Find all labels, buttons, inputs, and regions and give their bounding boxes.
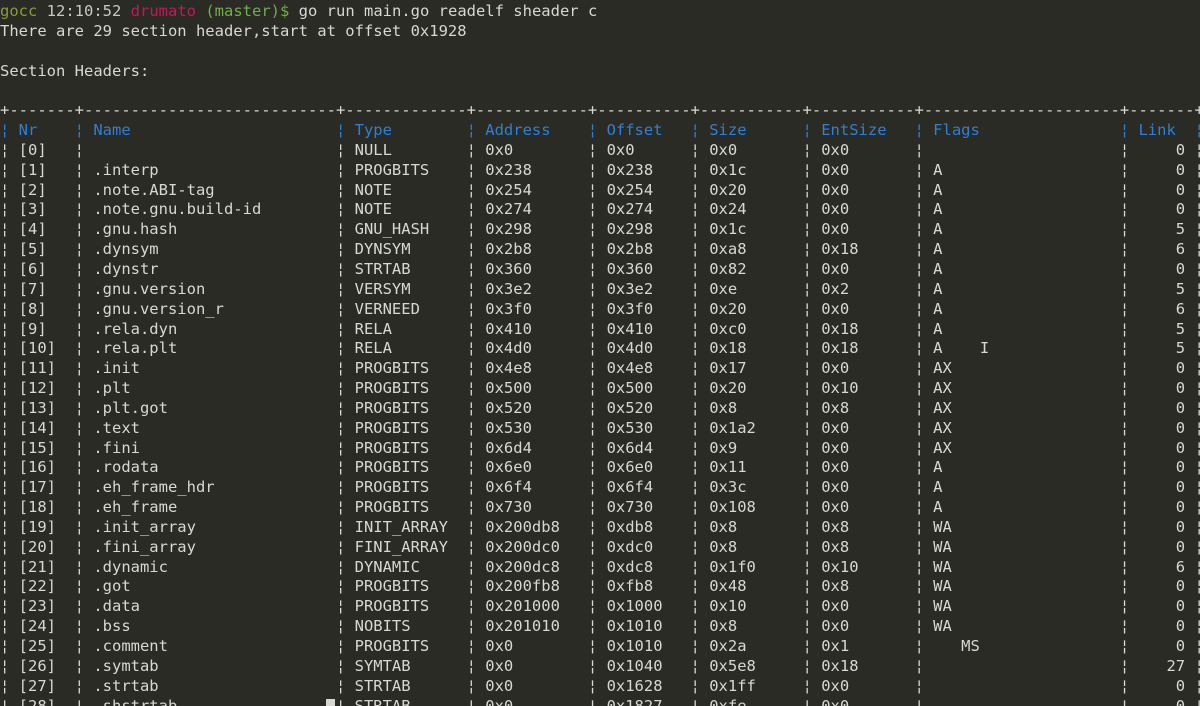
prompt-command: go run main.go readelf sheader c [289,2,598,20]
prompt-time: 12:10:52 [46,2,122,20]
table-row: ¦ [23] ¦ .data ¦ PROGBITS ¦ 0x201000 ¦ 0… [0,597,1200,616]
table-row: ¦ [25] ¦ .comment ¦ PROGBITS ¦ 0x0 ¦ 0x1… [0,637,1200,655]
prompt-branch: (master)$ [205,2,290,20]
table-row: ¦ [17] ¦ .eh_frame_hdr ¦ PROGBITS ¦ 0x6f… [0,478,1200,497]
table-row: ¦ [7] ¦ .gnu.version ¦ VERSYM ¦ 0x3e2 ¦ … [0,279,1200,298]
table-row: ¦ [4] ¦ .gnu.hash ¦ GNU_HASH ¦ 0x298 ¦ 0… [0,220,1200,239]
table-body: ¦ [0] ¦ ¦ NULL ¦ 0x0 ¦ 0x0 ¦ 0x0 ¦ 0x0 ¦… [0,141,1200,706]
prompt-time-sep [37,2,46,20]
table-row: ¦ [1] ¦ .interp ¦ PROGBITS ¦ 0x238 ¦ 0x2… [0,160,1200,179]
table-row: ¦ [15] ¦ .fini ¦ PROGBITS ¦ 0x6d4 ¦ 0x6d… [0,438,1200,457]
table-row: ¦ [16] ¦ .rodata ¦ PROGBITS ¦ 0x6e0 ¦ 0x… [0,458,1200,477]
table-row: ¦ [10] ¦ .rela.plt ¦ RELA ¦ 0x4d0 ¦ 0x4d… [0,339,1200,358]
table-row: ¦ [27] ¦ .strtab ¦ STRTAB ¦ 0x0 ¦ 0x1628… [0,676,1200,695]
table-row: ¦ [24] ¦ .bss ¦ NOBITS ¦ 0x201010 ¦ 0x10… [0,617,1200,636]
text-cursor [326,699,335,706]
prompt-gap2 [196,2,205,20]
table-header-row: ¦ Nr ¦ Name ¦ Type ¦ Address ¦ Offset ¦ … [0,121,1200,140]
table-row: ¦ [14] ¦ .text ¦ PROGBITS ¦ 0x530 ¦ 0x53… [0,418,1200,437]
prompt-host: gocc [0,2,38,20]
section-title: Section Headers: [0,61,150,80]
prompt-gap1 [121,2,130,20]
table-rule-top: +-------+---------------------------+---… [0,101,1200,120]
table-row: ¦ [12] ¦ .plt ¦ PROGBITS ¦ 0x500 ¦ 0x500… [0,379,1200,398]
table-row: ¦ [18] ¦ .eh_frame ¦ PROGBITS ¦ 0x730 ¦ … [0,498,1200,517]
table-row: ¦ [26] ¦ .symtab ¦ SYMTAB ¦ 0x0 ¦ 0x1040… [0,656,1200,675]
table-row: ¦ [2] ¦ .note.ABI-tag ¦ NOTE ¦ 0x254 ¦ 0… [0,180,1200,199]
table-row: ¦ [3] ¦ .note.gnu.build-id ¦ NOTE ¦ 0x27… [0,200,1200,219]
table-row: ¦ [5] ¦ .dynsym ¦ DYNSYM ¦ 0x2b8 ¦ 0x2b8… [0,240,1200,259]
terminal-window[interactable]: gocc 12:10:52 drumato (master)$ go run m… [0,0,1200,706]
table-row: ¦ [21] ¦ .dynamic ¦ DYNAMIC ¦ 0x200dc8 ¦… [0,557,1200,576]
table-row: ¦ [19] ¦ .init_array ¦ INIT_ARRAY ¦ 0x20… [0,517,1200,536]
table-row: ¦ [9] ¦ .rela.dyn ¦ RELA ¦ 0x410 ¦ 0x410… [0,319,1200,338]
table-row: ¦ [0] ¦ ¦ NULL ¦ 0x0 ¦ 0x0 ¦ 0x0 ¦ 0x0 ¦… [0,140,1200,159]
table-row: ¦ [8] ¦ .gnu.version_r ¦ VERNEED ¦ 0x3f0… [0,299,1200,318]
table-row: ¦ [22] ¦ .got ¦ PROGBITS ¦ 0x200fb8 ¦ 0x… [0,577,1200,596]
table-row: ¦ [6] ¦ .dynstr ¦ STRTAB ¦ 0x360 ¦ 0x360… [0,259,1200,278]
prompt-user: drumato [130,2,196,20]
table-row: ¦ [28] ¦ .shstrtab ¦ STRTAB ¦ 0x0 ¦ 0x18… [0,696,1200,706]
prompt-line: gocc 12:10:52 drumato (master)$ go run m… [0,2,1200,22]
table-row: ¦ [20] ¦ .fini_array ¦ FINI_ARRAY ¦ 0x20… [0,537,1200,556]
table-row: ¦ [11] ¦ .init ¦ PROGBITS ¦ 0x4e8 ¦ 0x4e… [0,359,1200,378]
table-row: ¦ [13] ¦ .plt.got ¦ PROGBITS ¦ 0x520 ¦ 0… [0,398,1200,417]
output-summary: There are 29 section header,start at off… [0,21,467,40]
